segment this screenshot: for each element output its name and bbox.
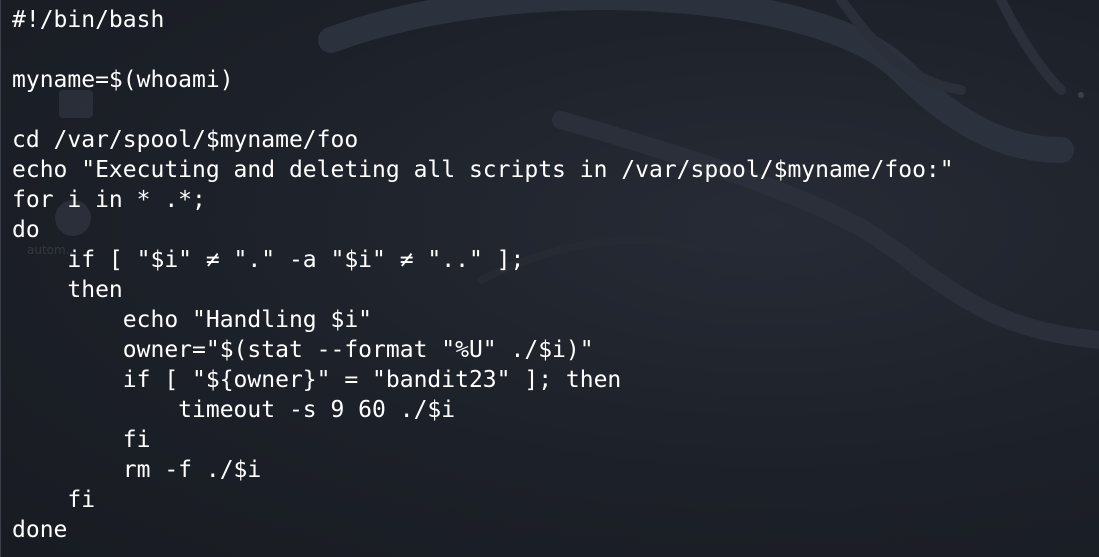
code-line: owner="$(stat --format "%U" ./$i)" <box>12 337 594 363</box>
code-line: echo "Executing and deleting all scripts… <box>12 157 954 183</box>
terminal-window[interactable]: autom... #!/bin/bash myname=$(whoami) cd /… <box>0 0 1099 557</box>
code-line: for i in * .*; <box>12 187 206 213</box>
code-line: rm -f ./$i <box>12 457 262 483</box>
code-line: if [ "${owner}" = "bandit23" ]; then <box>12 367 622 393</box>
previous-prompt-line <box>1 0 1099 4</box>
code-line: cd /var/spool/$myname/foo <box>12 127 359 153</box>
code-line: myname=$(whoami) <box>12 67 234 93</box>
code-line: timeout -s 9 60 ./$i <box>12 397 456 423</box>
code-line: #!/bin/bash <box>12 7 165 33</box>
terminal-output[interactable]: #!/bin/bash myname=$(whoami) cd /var/spool… <box>12 5 954 545</box>
code-line: echo "Handling $i" <box>12 307 373 333</box>
code-line: fi <box>12 427 151 453</box>
code-line: done <box>12 517 68 543</box>
code-line: then <box>12 277 123 303</box>
code-line: fi <box>12 487 96 513</box>
code-line: do <box>12 217 40 243</box>
code-line: if [ "$i" ≠ "." -a "$i" ≠ ".." ]; <box>12 247 525 273</box>
